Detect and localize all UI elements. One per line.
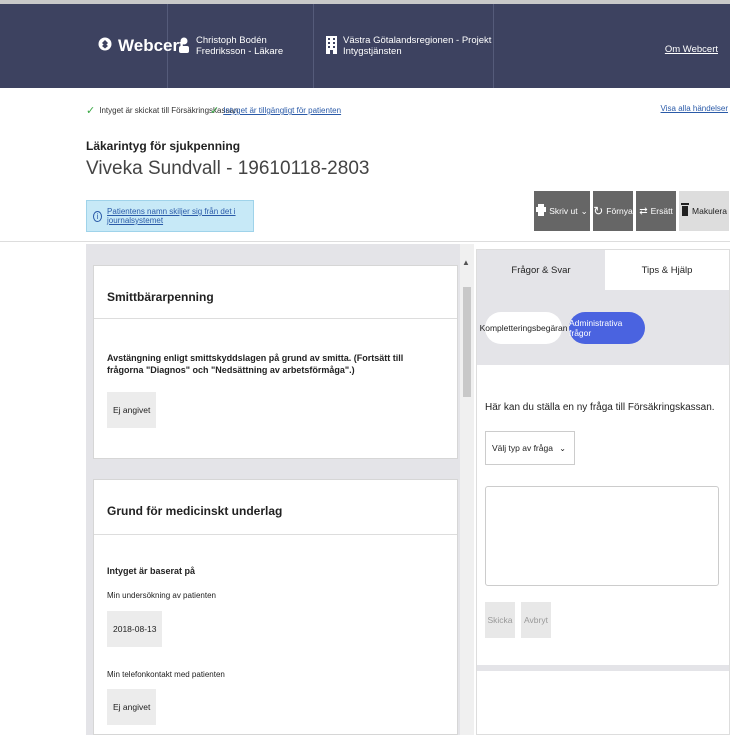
- print-button[interactable]: Skriv ut ⌄: [534, 191, 590, 231]
- send-button[interactable]: Skicka: [485, 602, 515, 638]
- check-icon: ✓: [210, 105, 220, 117]
- info-alert: i Patientens namn skiljer sig från det i…: [86, 200, 254, 232]
- scrollbar-thumb[interactable]: [463, 287, 471, 397]
- print-label: Skriv ut: [549, 206, 578, 216]
- cancel-label: Makulera: [692, 206, 727, 216]
- question-type-area: Kompletteringsbegäran Administrativa frå…: [477, 290, 729, 365]
- certificate-type: Läkarintyg för sjukpenning: [86, 139, 241, 153]
- replace-icon: ⇄: [639, 205, 648, 217]
- user-name: Christoph Bodén Fredriksson - Läkare: [196, 35, 284, 57]
- question-label: Intyget är baserat på: [107, 566, 196, 576]
- complement-request-button[interactable]: Kompletteringsbegäran: [480, 312, 567, 344]
- basis-label: Min undersökning av patienten: [107, 591, 216, 600]
- basis-date: 2018-08-13: [107, 611, 163, 647]
- show-all-events-link[interactable]: Visa alla händelser: [661, 104, 728, 113]
- basis-value: Ej angivet: [107, 689, 157, 725]
- card-divider: [94, 534, 457, 535]
- info-icon: i: [93, 210, 103, 222]
- renew-label: Förnya: [606, 206, 633, 216]
- about-webcert-link[interactable]: Om Webcert: [665, 44, 718, 55]
- panel-separator: [477, 665, 729, 671]
- question-label: Avstängning enligt smittskyddslagen på g…: [107, 353, 404, 375]
- select-value: Välj typ av fråga: [492, 443, 553, 453]
- chevron-down-icon: ⌄: [580, 205, 588, 216]
- care-unit: Västra Götalandsregionen - Projekt Intyg…: [314, 4, 494, 88]
- building-icon: [326, 35, 337, 57]
- abort-button[interactable]: Avbryt: [521, 602, 551, 638]
- logo[interactable]: Webcert: [86, 4, 185, 88]
- tab-tips-help[interactable]: Tips & Hjälp: [605, 250, 729, 290]
- status-available-link[interactable]: Intyget är tillgängligt för patienten: [223, 106, 341, 115]
- card-divider: [94, 318, 457, 319]
- status-bar: ✓ Intyget är skickat till Försäkringskas…: [86, 104, 730, 120]
- patient-name: Viveka Sundvall - 19610118-2803: [86, 158, 370, 179]
- status-available[interactable]: ✓ Intyget är tillgängligt för patienten: [210, 104, 341, 117]
- chevron-down-icon: ⌄: [559, 443, 566, 453]
- printer-icon: [536, 203, 547, 219]
- tab-questions-answers[interactable]: Frågor & Svar: [477, 250, 605, 290]
- info-alert-link[interactable]: Patientens namn skiljer sig från det i j…: [107, 207, 253, 225]
- card-title: Grund för medicinskt underlag: [107, 504, 283, 518]
- card-grund-for-medicinskt-underlag: Grund för medicinskt underlag Intyget är…: [93, 479, 458, 735]
- app-header: Webcert Christoph Bodén Fredriksson - Lä…: [0, 4, 730, 88]
- basis-label: Min telefonkontakt med patienten: [107, 670, 225, 679]
- card-title: Smittbärarpenning: [107, 290, 214, 304]
- ask-question-text: Här kan du ställa en ny fråga till Försä…: [485, 402, 715, 413]
- side-panel: Frågor & Svar Tips & Hjälp Komplettering…: [476, 249, 730, 735]
- divider: [0, 241, 730, 242]
- admin-questions-button[interactable]: Administrativa frågor: [569, 312, 645, 344]
- answer-value: Ej angivet: [107, 392, 157, 428]
- replace-label: Ersätt: [650, 206, 673, 216]
- webcert-logo-icon: [98, 36, 112, 56]
- renew-button[interactable]: ↻ Förnya: [593, 191, 633, 231]
- user-info: Christoph Bodén Fredriksson - Läkare: [168, 4, 314, 88]
- cancel-certificate-button[interactable]: Makulera: [679, 191, 729, 231]
- trash-icon: [681, 203, 690, 219]
- renew-icon: ↻: [593, 204, 604, 218]
- check-icon: ✓: [86, 105, 96, 117]
- card-smittbararpenning: Smittbärarpenning Avstängning enligt smi…: [93, 265, 458, 459]
- question-type-select[interactable]: Välj typ av fråga ⌄: [485, 431, 575, 465]
- question-textarea[interactable]: [485, 486, 719, 586]
- replace-button[interactable]: ⇄ Ersätt: [636, 191, 676, 231]
- scroll-up-icon[interactable]: ▲: [462, 258, 470, 267]
- user-icon: [178, 37, 190, 56]
- unit-name: Västra Götalandsregionen - Projekt Intyg…: [343, 35, 492, 57]
